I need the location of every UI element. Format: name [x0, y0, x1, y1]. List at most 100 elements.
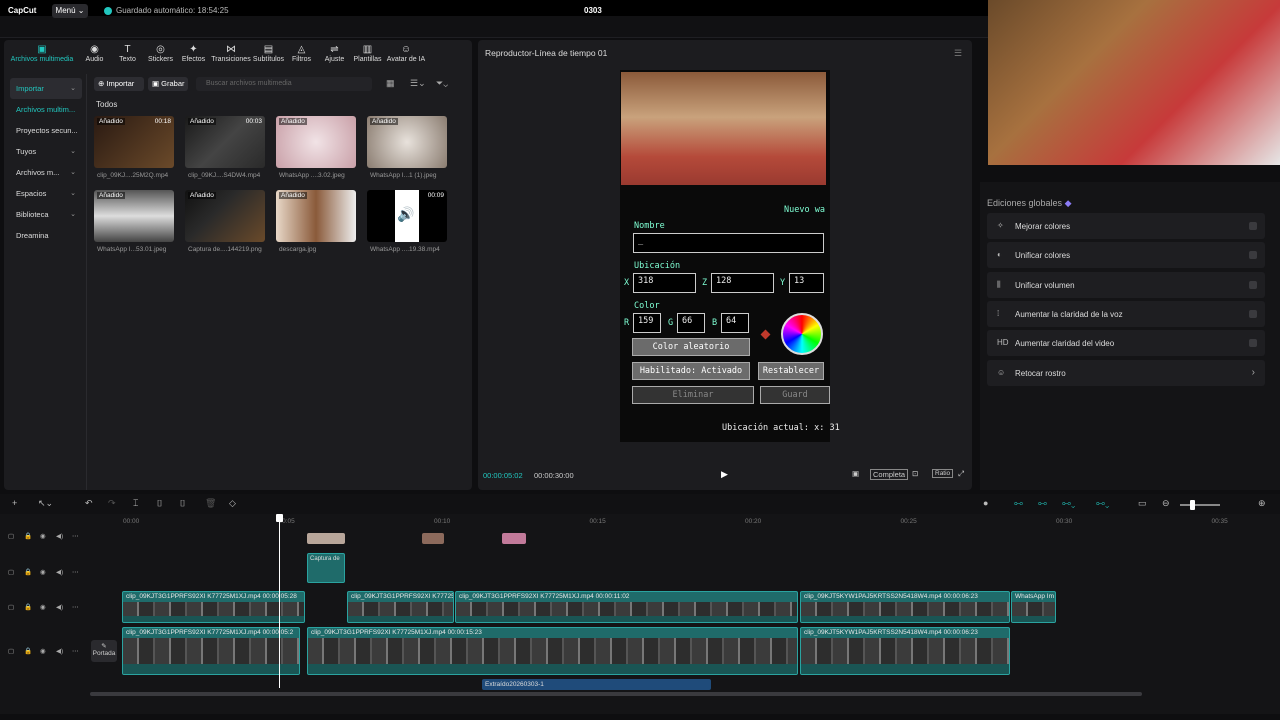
video-clip[interactable]: clip_09KJT3G1PPRFS92XI K77725M1XJ.mp4 00… — [455, 591, 798, 623]
overlay-clip-capture[interactable]: Captura de — [307, 553, 345, 583]
sidebar-item-1[interactable]: Archivos multim... — [10, 99, 82, 120]
media-search-input[interactable]: Buscar archivos multimedia — [196, 77, 372, 91]
toggle-checkbox[interactable] — [1249, 251, 1257, 260]
redo-icon[interactable]: ↷ — [108, 498, 116, 509]
more-icon[interactable]: ⋯ — [72, 647, 79, 655]
microphone-icon[interactable]: ● — [983, 498, 988, 508]
playhead-handle[interactable] — [276, 514, 283, 522]
video-clip[interactable]: clip_09KJT5KYW1PAJ5KRTSS2N5418W4.mp4 00:… — [800, 627, 1010, 675]
visibility-icon[interactable]: ◉ — [40, 647, 46, 655]
preview-axis-icon[interactable]: ⧟⌄ — [1096, 498, 1109, 509]
media-thumbnail[interactable]: Añadido 00:18 — [94, 116, 174, 168]
grid-view-icon[interactable]: ▦ — [386, 78, 395, 89]
lock-icon[interactable]: 🔒 — [24, 603, 32, 611]
more-icon[interactable]: ⋯ — [72, 568, 79, 576]
sidebar-item-7[interactable]: Dreamina — [10, 225, 82, 246]
sort-icon[interactable]: ☰⌄ — [410, 78, 426, 89]
toggle-checkbox[interactable] — [1249, 309, 1257, 318]
toggle-checkbox[interactable] — [1249, 222, 1257, 230]
track-type-icon[interactable]: ▢ — [8, 647, 14, 655]
lock-icon[interactable]: 🔒 — [24, 532, 32, 540]
toolbar-item-effects[interactable]: ✦ Efectos — [177, 40, 210, 68]
media-thumbnail[interactable]: Añadido — [276, 190, 356, 242]
overlay-clip-photo-2[interactable] — [422, 533, 444, 544]
lock-icon[interactable]: 🔒 — [24, 647, 32, 655]
media-thumbnail[interactable]: Añadido — [94, 190, 174, 242]
track-type-icon[interactable]: ▢ — [8, 568, 14, 576]
magnet-link-icon[interactable]: ⧟ — [1014, 498, 1023, 509]
global-edit-3[interactable]: ⁞ Aumentar la claridad de la voz — [987, 300, 1265, 327]
undo-icon[interactable]: ↶ — [85, 498, 93, 509]
sidebar-item-2[interactable]: Proyectos secun... — [10, 120, 82, 141]
overlay-clip-photo-3[interactable] — [502, 533, 526, 544]
visibility-icon[interactable]: ◉ — [40, 603, 46, 611]
quality-complete-button[interactable]: Completa — [870, 469, 909, 480]
toolbar-item-audio[interactable]: ◉ Audio — [78, 40, 111, 68]
zoom-slider[interactable] — [1180, 504, 1220, 506]
mute-icon[interactable]: ◀) — [56, 568, 63, 576]
zoom-slider-knob[interactable] — [1190, 500, 1195, 510]
toolbar-item-subtitles[interactable]: ▤ Subtítulos — [252, 40, 285, 68]
cover-button[interactable]: ✎ Portada — [91, 640, 117, 662]
global-edit-2[interactable]: ⫼ Unificar volumen — [987, 271, 1265, 298]
mute-icon[interactable]: ◀) — [56, 647, 63, 655]
zoom-in-icon[interactable]: ⊕ — [1258, 498, 1266, 509]
sidebar-item-6[interactable]: Biblioteca ⌄ — [10, 204, 82, 225]
global-edit-1[interactable]: ◐ Unificar colores — [987, 242, 1265, 269]
toolbar-item-templates[interactable]: ▥ Plantillas — [351, 40, 384, 68]
visibility-icon[interactable]: ◉ — [40, 532, 46, 540]
video-clip[interactable]: clip_09KJT3G1PPRFS92XI K77725M1XJ.mp4 00… — [122, 627, 300, 675]
toggle-checkbox[interactable] — [1249, 280, 1257, 289]
mute-icon[interactable]: ◀) — [56, 532, 63, 540]
toolbar-item-adjust[interactable]: ⇌ Ajuste — [318, 40, 351, 68]
video-clip[interactable]: clip_09KJT3G1PPRFS92XI K77725 — [347, 591, 454, 623]
sidebar-item-0[interactable]: Importar ⌄ — [10, 78, 82, 99]
toolbar-item-text[interactable]: T Texto — [111, 40, 144, 68]
media-thumbnail[interactable]: Añadido — [367, 116, 447, 168]
track-type-icon[interactable]: ▢ — [8, 603, 14, 611]
visibility-icon[interactable]: ◉ — [40, 568, 46, 576]
media-thumbnail[interactable]: 00:09 🔊 — [367, 190, 447, 242]
sidebar-item-5[interactable]: Espacios ⌄ — [10, 183, 82, 204]
more-icon[interactable]: ⋯ — [72, 532, 79, 540]
filter-icon[interactable]: ⏷⌄ — [436, 78, 448, 89]
toolbar-item-media[interactable]: ▣ Archivos multimedia — [6, 40, 78, 68]
fullscreen-icon[interactable]: ⤢ — [958, 469, 964, 479]
record-button[interactable]: ▣ Grabar — [148, 77, 188, 91]
timeline-scrollbar[interactable] — [90, 692, 1142, 696]
marker-icon[interactable]: ◇ — [229, 498, 236, 509]
toggle-checkbox[interactable] — [1249, 339, 1257, 348]
add-track-icon[interactable]: + — [12, 498, 17, 508]
more-icon[interactable]: ⋯ — [72, 603, 79, 611]
trim-right-icon[interactable]: ⌷ — [180, 498, 185, 509]
toolbar-item-transitions[interactable]: ⋈ Transiciones — [210, 40, 252, 68]
snapshot-icon[interactable]: ⊡ — [912, 469, 918, 478]
media-thumbnail[interactable]: Añadido — [185, 190, 265, 242]
lock-icon[interactable]: 🔒 — [24, 568, 32, 576]
play-icon[interactable]: ▶ — [721, 469, 728, 480]
playhead[interactable] — [279, 516, 280, 688]
aspect-ratio-button[interactable]: Ratio — [932, 469, 954, 478]
global-edit-0[interactable]: ✧ Mejorar colores — [987, 213, 1265, 239]
media-thumbnail[interactable]: Añadido — [276, 116, 356, 168]
trim-left-icon[interactable]: ⌷ — [157, 498, 162, 509]
auto-snap-icon[interactable]: ⧟ — [1038, 498, 1047, 509]
delete-icon[interactable]: 🗑 — [205, 498, 216, 509]
project-name[interactable]: 0303 — [584, 6, 602, 15]
text-clip[interactable]: Extraído20260303-1 — [482, 679, 711, 690]
import-button[interactable]: ⊕ Importar — [94, 77, 144, 91]
track-type-icon[interactable]: ▢ — [8, 532, 14, 540]
select-cursor-icon[interactable]: ↖⌄ — [38, 498, 53, 509]
toolbar-item-sticker[interactable]: ◎ Stickers — [144, 40, 177, 68]
global-edit-4[interactable]: HD Aumentar claridad del video — [987, 330, 1265, 357]
zoom-out-icon[interactable]: ⊖ — [1162, 498, 1170, 509]
caption-icon[interactable]: ▭ — [1138, 498, 1147, 509]
toolbar-item-ai-avatar[interactable]: ☺ Avatar de IA — [384, 40, 428, 68]
sidebar-item-3[interactable]: Tuyos ⌄ — [10, 141, 82, 162]
video-clip[interactable]: clip_09KJT3G1PPRFS92XI K77725M1XJ.mp4 00… — [122, 591, 305, 623]
menu-button[interactable]: Menú ⌄ — [52, 4, 88, 18]
media-thumbnail[interactable]: Añadido 00:03 — [185, 116, 265, 168]
video-clip[interactable]: WhatsApp Im — [1011, 591, 1056, 623]
overlay-clip-photo-1[interactable] — [307, 533, 345, 544]
subtitle-toggle-icon[interactable]: ▣ — [852, 469, 859, 478]
